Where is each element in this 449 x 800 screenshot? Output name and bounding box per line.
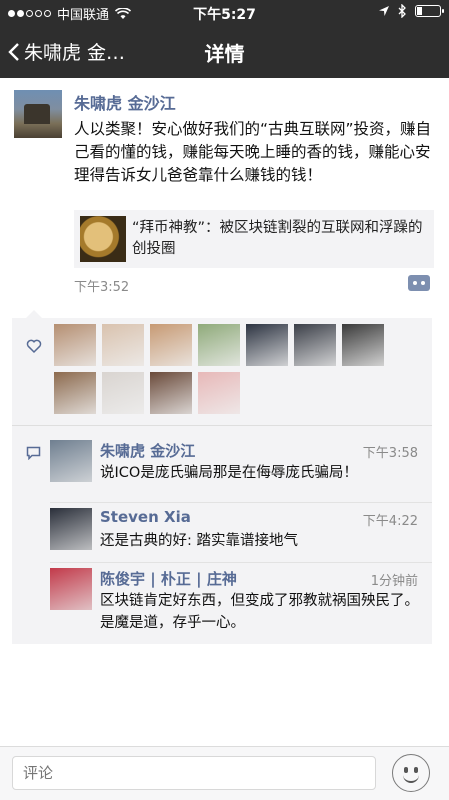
comment-icon bbox=[26, 446, 41, 460]
like-avatar[interactable] bbox=[294, 324, 336, 366]
commenter-avatar[interactable] bbox=[50, 440, 92, 482]
like-avatar[interactable] bbox=[198, 324, 240, 366]
like-avatar[interactable] bbox=[246, 324, 288, 366]
article-thumbnail bbox=[80, 216, 126, 262]
commenter-name[interactable]: Steven Xia bbox=[100, 508, 191, 526]
divider bbox=[12, 425, 432, 426]
comment-time: 1分钟前 bbox=[370, 574, 418, 589]
like-avatar[interactable] bbox=[150, 372, 192, 414]
shared-article-card[interactable]: “拜币神教”：被区块链割裂的互联网和浮躁的创投圈 bbox=[74, 210, 434, 268]
author-avatar[interactable] bbox=[14, 90, 62, 138]
emoji-icon bbox=[404, 767, 408, 773]
like-avatar[interactable] bbox=[150, 324, 192, 366]
like-avatar[interactable] bbox=[342, 324, 384, 366]
heart-icon bbox=[26, 339, 42, 354]
top-bar: 中国联通 下午5:27 朱啸虎 金… 详情 bbox=[0, 0, 449, 78]
emoji-button[interactable] bbox=[392, 754, 430, 792]
commenter-avatar[interactable] bbox=[50, 508, 92, 550]
comment-text: 区块链肯定好东西，但变成了邪教就祸国殃民了。是魔是道，存乎一心。 bbox=[100, 593, 419, 631]
comment-text: 说ICO是庞氏骗局那是在侮辱庞氏骗局！ bbox=[100, 465, 358, 481]
commenter-name[interactable]: 陈俊宇 | 朴正 | 庄神 bbox=[100, 568, 237, 589]
comment-text: 还是古典的好: 踏实靠谱接地气 bbox=[100, 533, 298, 549]
commenter-name[interactable]: 朱啸虎 金沙江 bbox=[100, 440, 195, 461]
comment-item[interactable]: Steven Xia 下午4:22 还是古典的好: 踏实靠谱接地气 bbox=[50, 508, 430, 568]
like-avatar[interactable] bbox=[102, 372, 144, 414]
battery-icon bbox=[415, 5, 444, 17]
post-text: 人以类聚！安心做好我们的“古典互联网”投资，赚自己看的懂的钱，赚能每天晚上睡的香… bbox=[74, 120, 432, 184]
like-avatar[interactable] bbox=[54, 372, 96, 414]
status-bar: 中国联通 下午5:27 bbox=[0, 0, 449, 24]
comment-item[interactable]: 陈俊宇 | 朴正 | 庄神 1分钟前区块链肯定好东西，但变成了邪教就祸国殃民了。是… bbox=[50, 568, 430, 631]
author-name[interactable]: 朱啸虎 金沙江 bbox=[74, 90, 176, 114]
nav-bar: 朱啸虎 金… 详情 bbox=[0, 26, 449, 76]
comment-input[interactable] bbox=[12, 756, 376, 790]
location-icon bbox=[379, 6, 389, 16]
bluetooth-icon bbox=[398, 4, 406, 18]
article-title: “拜币神教”：被区块链割裂的互联网和浮躁的创投圈 bbox=[132, 220, 423, 257]
panel-pointer bbox=[26, 310, 42, 318]
comment-divider bbox=[50, 502, 432, 503]
post-time: 下午3:52 bbox=[74, 280, 130, 295]
comment-item[interactable]: 朱啸虎 金沙江 下午3:58 说ICO是庞氏骗局那是在侮辱庞氏骗局！ bbox=[50, 440, 430, 500]
comment-time: 下午3:58 bbox=[362, 446, 418, 461]
like-avatar[interactable] bbox=[54, 324, 96, 366]
more-options-button[interactable] bbox=[408, 275, 430, 291]
like-avatar[interactable] bbox=[102, 324, 144, 366]
like-avatar[interactable] bbox=[198, 372, 240, 414]
likes-list bbox=[54, 324, 434, 420]
comment-bar bbox=[0, 746, 449, 800]
page-title: 详情 bbox=[204, 42, 245, 66]
comment-time: 下午4:22 bbox=[362, 514, 418, 529]
commenter-avatar[interactable] bbox=[50, 568, 92, 610]
comment-divider bbox=[50, 562, 432, 563]
